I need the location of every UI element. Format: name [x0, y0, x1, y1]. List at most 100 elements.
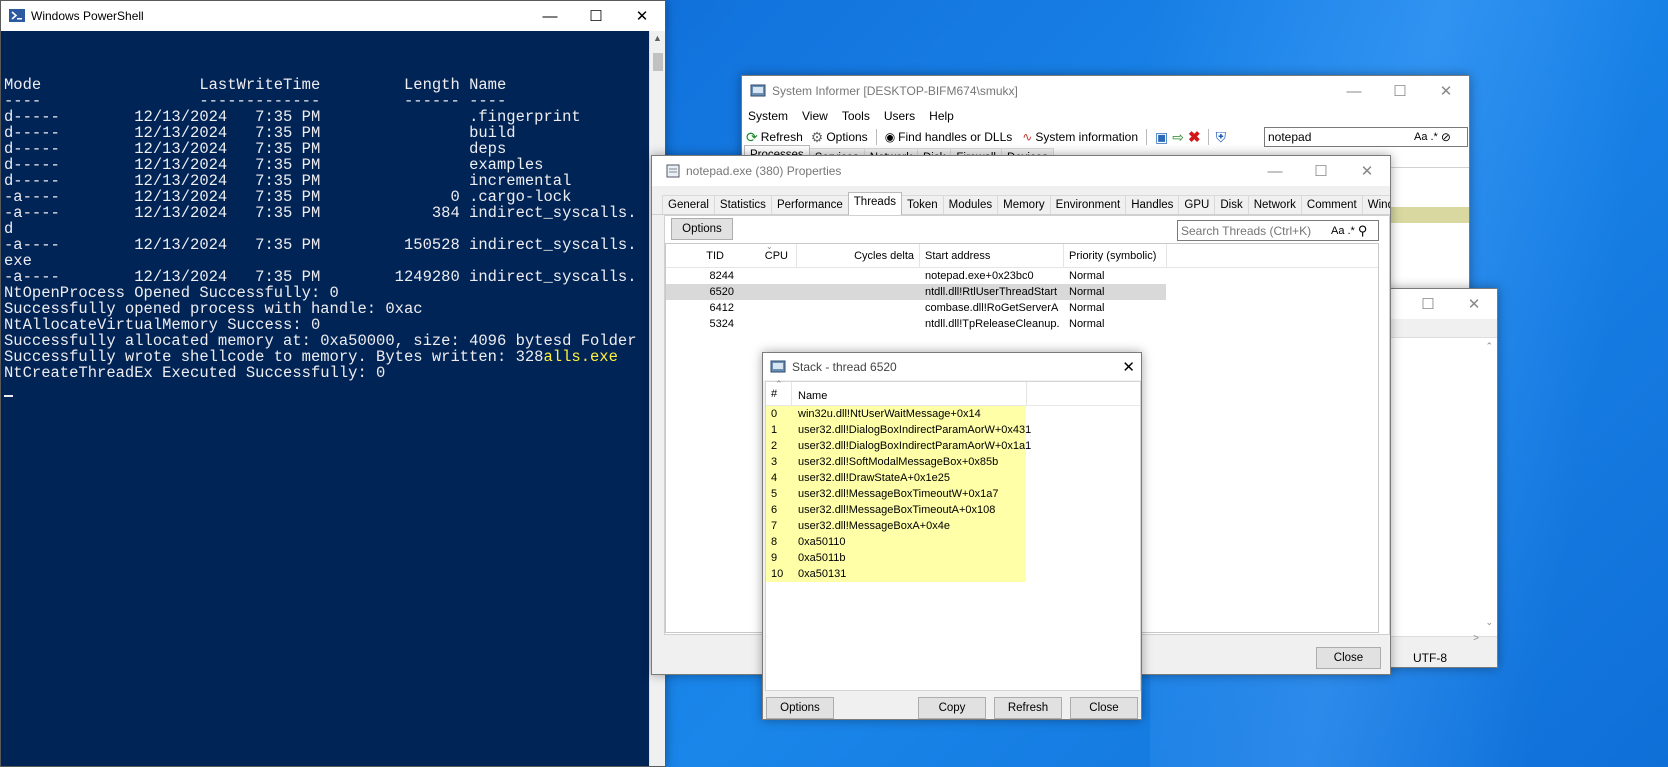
- cell-priority: Normal: [1069, 270, 1105, 282]
- stack-frame-row[interactable]: 3 user32.dll!SoftModalMessageBox+0x85b: [766, 454, 1026, 470]
- tab-memory[interactable]: Memory: [997, 195, 1051, 214]
- table-row[interactable]: 8244 notepad.exe+0x23bc0 Normal: [666, 268, 1166, 284]
- col-number[interactable]: #: [771, 388, 777, 400]
- stack-list: ⌃ # Name 0 win32u.dll!NtUserWaitMessage+0…: [765, 379, 1141, 691]
- options-button[interactable]: ⚙ Options: [811, 129, 868, 146]
- options-label: Options: [826, 130, 868, 144]
- stack-frame-row[interactable]: 6 user32.dll!MessageBoxTimeoutA+0x108: [766, 502, 1026, 518]
- stack-frame-row[interactable]: 7 user32.dll!MessageBoxA+0x4e: [766, 518, 1026, 534]
- menu-view[interactable]: View: [802, 109, 828, 123]
- menu-tools[interactable]: Tools: [842, 109, 870, 123]
- tab-token[interactable]: Token: [900, 195, 944, 214]
- tab-performance[interactable]: Performance: [770, 195, 849, 214]
- tab-disk[interactable]: Disk: [1214, 195, 1249, 214]
- highlighted-process-row[interactable]: [1390, 207, 1469, 223]
- console-output[interactable]: Mode LastWriteTime Length Name ---- -----…: [1, 31, 651, 766]
- close-icon[interactable]: ✕: [1451, 289, 1497, 319]
- stack-frame-row[interactable]: 5 user32.dll!MessageBoxTimeoutW+0x1a7: [766, 486, 1026, 502]
- col-tid[interactable]: TID: [706, 250, 724, 262]
- regex-icon[interactable]: .*: [1347, 225, 1354, 237]
- stack-titlebar[interactable]: Stack - thread 6520 ✕: [763, 353, 1141, 380]
- terminate-icon[interactable]: ✖: [1188, 128, 1201, 146]
- col-name[interactable]: Name: [798, 390, 827, 402]
- console-line: Successfully allocated memory at: 0xa500…: [4, 333, 651, 349]
- window-icon[interactable]: ▣: [1155, 129, 1168, 146]
- minimize-icon[interactable]: —: [527, 1, 573, 31]
- background-titlebar[interactable]: ☐ ✕: [1381, 289, 1497, 319]
- search-threads-input[interactable]: [1181, 223, 1329, 238]
- tab-comment[interactable]: Comment: [1300, 195, 1363, 214]
- stack-window[interactable]: Stack - thread 6520 ✕ ⌃ # Name 0 win32u.d…: [762, 352, 1142, 720]
- maximize-icon[interactable]: ☐: [1405, 289, 1451, 319]
- tab-gpu[interactable]: GPU: [1178, 195, 1216, 214]
- tab-windows[interactable]: Windows: [1361, 195, 1390, 214]
- menu-users[interactable]: Users: [884, 109, 915, 123]
- find-handles-button[interactable]: ◉ Find handles or DLLs: [885, 130, 1013, 144]
- tab-handles[interactable]: Handles: [1125, 195, 1180, 214]
- maximize-icon[interactable]: ☐: [1298, 156, 1344, 186]
- stack-frame-row[interactable]: 1 user32.dll!DialogBoxIndirectParamAorW+0…: [766, 422, 1031, 438]
- stack-frame-row[interactable]: 10 0xa50131: [766, 566, 1026, 582]
- col-cycles-delta[interactable]: Cycles delta: [854, 250, 914, 262]
- close-button[interactable]: Close: [1070, 697, 1138, 719]
- powershell-window[interactable]: Windows PowerShell — ☐ ✕ Mode LastWriteT…: [0, 0, 666, 767]
- tab-general[interactable]: General: [662, 195, 715, 214]
- system-info-button[interactable]: ∿ System information: [1022, 130, 1138, 144]
- col-start-address[interactable]: Start address: [925, 250, 990, 262]
- copy-button[interactable]: Copy: [918, 697, 986, 719]
- table-row[interactable]: 6412 combase.dll!RoGetServerA... Normal: [666, 300, 1166, 316]
- close-icon[interactable]: ✕: [1122, 358, 1135, 376]
- stack-frame-row[interactable]: 0 win32u.dll!NtUserWaitMessage+0x14: [766, 406, 1026, 422]
- close-icon[interactable]: ✕: [1344, 156, 1390, 186]
- tab-environment[interactable]: Environment: [1049, 195, 1127, 214]
- export-icon[interactable]: ⇨: [1172, 129, 1184, 146]
- scroll-right-icon[interactable]: >: [1473, 633, 1479, 644]
- tab-network[interactable]: Network: [1247, 195, 1302, 214]
- shield-icon[interactable]: ⛨: [1216, 129, 1227, 146]
- menu-help[interactable]: Help: [929, 109, 954, 123]
- table-row[interactable]: 6520 ntdll.dll!RtlUserThreadStart Normal: [666, 284, 1166, 300]
- options-button[interactable]: Options: [671, 218, 733, 240]
- refresh-button[interactable]: ⟳ Refresh: [746, 129, 803, 146]
- console-line: Mode LastWriteTime Length Name: [4, 77, 651, 93]
- system-informer-titlebar[interactable]: System Informer [DESKTOP-BIFM674\smukx] …: [742, 76, 1469, 106]
- regex-icon[interactable]: .*: [1430, 131, 1437, 143]
- properties-titlebar[interactable]: notepad.exe (380) Properties — ☐ ✕: [652, 156, 1390, 186]
- tab-statistics[interactable]: Statistics: [713, 195, 772, 214]
- scroll-up-icon[interactable]: ⌃: [1485, 341, 1493, 352]
- match-case-icon[interactable]: Aa: [1414, 131, 1427, 143]
- col-cpu[interactable]: CPU: [765, 250, 788, 262]
- scroll-down-icon[interactable]: ⌄: [1485, 617, 1493, 628]
- stack-frame-row[interactable]: 4 user32.dll!DrawStateA+0x1e25: [766, 470, 1026, 486]
- maximize-icon[interactable]: ☐: [1377, 76, 1423, 106]
- search-threads-box[interactable]: Aa .* ⚲: [1177, 220, 1379, 241]
- close-button[interactable]: Close: [1316, 647, 1381, 669]
- cell-start-address: ntdll.dll!RtlUserThreadStart: [925, 286, 1058, 298]
- scroll-up-icon[interactable]: ▲: [653, 33, 662, 43]
- clear-search-icon[interactable]: ⊘: [1441, 130, 1451, 144]
- background-window[interactable]: ☐ ✕ ⌃ ⌄ > UTF-8: [1380, 288, 1498, 668]
- search-icon[interactable]: ⚲: [1358, 223, 1368, 239]
- powershell-titlebar[interactable]: Windows PowerShell — ☐ ✕: [1, 1, 665, 31]
- maximize-icon[interactable]: ☐: [573, 1, 619, 31]
- minimize-icon[interactable]: —: [1331, 76, 1377, 106]
- stack-frame-row[interactable]: 2 user32.dll!DialogBoxIndirectParamAorW+0…: [766, 438, 1031, 454]
- match-case-icon[interactable]: Aa: [1331, 225, 1344, 237]
- tab-threads[interactable]: Threads: [847, 192, 902, 215]
- search-input[interactable]: [1268, 130, 1408, 144]
- tab-modules[interactable]: Modules: [942, 195, 999, 214]
- table-row[interactable]: 5324 ntdll.dll!TpReleaseCleanup... Normal: [666, 316, 1166, 332]
- stack-frame-row[interactable]: 8 0xa50110: [766, 534, 1026, 550]
- close-icon[interactable]: ✕: [1423, 76, 1469, 106]
- minimize-icon[interactable]: —: [1252, 156, 1298, 186]
- stack-frame-row[interactable]: 9 0xa5011b: [766, 550, 1026, 566]
- stack-window-icon: [770, 360, 786, 372]
- search-box[interactable]: Aa .* ⊘: [1264, 127, 1468, 147]
- options-button[interactable]: Options: [766, 697, 834, 719]
- col-priority[interactable]: Priority (symbolic): [1069, 250, 1156, 262]
- stack-rows: 0 win32u.dll!NtUserWaitMessage+0x14 1 user3…: [766, 406, 1140, 582]
- menu-system[interactable]: System: [748, 109, 788, 123]
- close-icon[interactable]: ✕: [619, 1, 665, 31]
- refresh-button[interactable]: Refresh: [994, 697, 1062, 719]
- scrollbar-thumb[interactable]: [653, 53, 663, 71]
